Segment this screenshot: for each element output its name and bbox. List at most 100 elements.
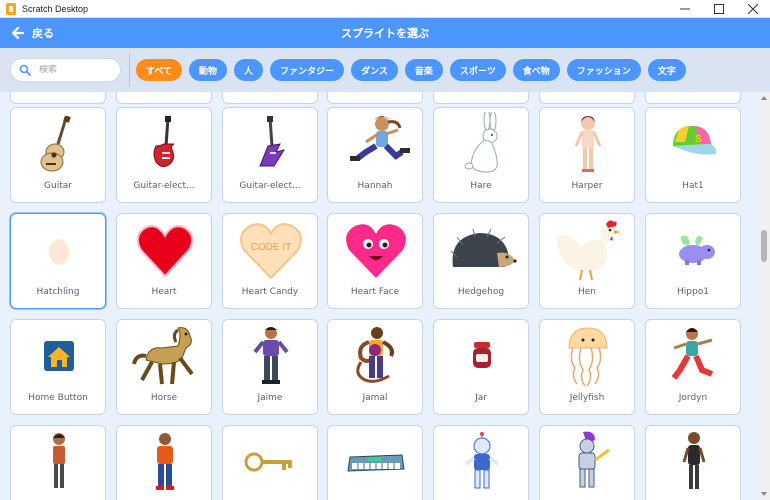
sprite-card-partial[interactable] xyxy=(222,92,318,104)
sprite-card-hannah[interactable]: Hannah xyxy=(327,107,423,203)
hannah-running-icon xyxy=(350,116,410,161)
sprite-name: Heart Face xyxy=(350,287,400,297)
sprite-card-jaime[interactable]: Jaime xyxy=(222,319,318,415)
sprite-card-partial[interactable] xyxy=(10,92,106,104)
scroll-down-icon[interactable] xyxy=(761,492,767,496)
sprite-card-horse[interactable]: Horse xyxy=(116,319,212,415)
jordyn-icon xyxy=(671,328,714,380)
filter-divider xyxy=(129,53,130,87)
tag-animals[interactable]: 動物 xyxy=(189,59,228,81)
close-icon xyxy=(748,4,758,14)
sprite-card-person-partial[interactable] xyxy=(645,425,741,500)
sprite-card-keyboard-partial[interactable] xyxy=(327,425,423,500)
sprite-card-robot-partial[interactable] xyxy=(433,425,529,500)
jellyfish-icon xyxy=(568,327,608,387)
sprite-name: Guitar-elect... xyxy=(239,181,301,191)
sprite-card-jar[interactable]: Jar xyxy=(433,319,529,415)
sprite-card-hatchling[interactable]: Hatchling xyxy=(10,213,106,309)
sprite-card-hat1[interactable]: S Hat1 xyxy=(645,107,741,203)
sprite-name: Jamal xyxy=(362,393,388,403)
tag-sports[interactable]: スポーツ xyxy=(449,59,506,81)
sprite-name: Hannah xyxy=(357,181,393,191)
hare-icon xyxy=(464,112,498,173)
sprite-card-heart-candy[interactable]: CODE IT Heart Candy xyxy=(222,213,318,309)
arrow-left-icon xyxy=(12,27,24,39)
sprite-name: Hen xyxy=(577,287,596,297)
robot-icon xyxy=(464,432,500,489)
sprite-card-person-partial[interactable] xyxy=(10,425,106,500)
tag-all[interactable]: すべて xyxy=(136,59,183,81)
scrollbar-thumb[interactable] xyxy=(761,230,767,262)
sprite-name: Hare xyxy=(470,181,492,191)
tag-fantasy[interactable]: ファンタジー xyxy=(270,59,345,81)
close-button[interactable] xyxy=(736,0,770,18)
grid-scrollbar[interactable] xyxy=(758,92,770,500)
sprite-card-partial[interactable] xyxy=(433,92,529,104)
sprite-card-partial[interactable] xyxy=(327,92,423,104)
electric-guitar-icon xyxy=(153,116,175,168)
sprite-card-guitar-electric2[interactable]: Guitar-elect... xyxy=(222,107,318,203)
person-icon xyxy=(156,433,174,490)
sprite-card-heart-face[interactable]: Heart Face xyxy=(327,213,423,309)
sprite-card-person-partial[interactable] xyxy=(116,425,212,500)
tag-list: すべて 動物 人 ファンタジー ダンス 音楽 スポーツ 食べ物 ファッション 文… xyxy=(136,59,693,81)
sprite-card-jellyfish[interactable]: Jellyfish xyxy=(539,319,635,415)
window-title: Scratch Desktop xyxy=(22,3,89,14)
search-box[interactable] xyxy=(10,58,121,82)
window-titlebar: Scratch Desktop xyxy=(0,0,770,18)
sprite-card-heart[interactable]: Heart xyxy=(116,213,212,309)
minimize-icon xyxy=(680,8,690,10)
tag-food[interactable]: 食べ物 xyxy=(512,59,560,81)
sprite-card-jordyn[interactable]: Jordyn xyxy=(645,319,741,415)
sprite-name: Heart Candy xyxy=(241,287,299,297)
sprite-name: Hatchling xyxy=(36,287,80,297)
back-label: 戻る xyxy=(32,27,54,40)
jar-icon xyxy=(473,342,491,368)
sprite-card-partial[interactable] xyxy=(116,92,212,104)
sprite-card-guitar-electric1[interactable]: Guitar-elect... xyxy=(116,107,212,203)
tag-fashion[interactable]: ファッション xyxy=(566,59,641,81)
sprite-name: Hippo1 xyxy=(677,287,709,297)
sprite-name: Jordyn xyxy=(678,393,708,403)
sprite-card-hare[interactable]: Hare xyxy=(433,107,529,203)
tag-letters[interactable]: 文字 xyxy=(647,59,686,81)
sprite-card-hedgehog[interactable]: Hedgehog xyxy=(433,213,529,309)
sprite-card-hen[interactable]: Hen xyxy=(539,213,635,309)
guitar-icon xyxy=(40,116,71,172)
sprite-card-home-button[interactable]: Home Button xyxy=(10,319,106,415)
scroll-up-icon[interactable] xyxy=(761,96,767,100)
sprite-name: Guitar-elect... xyxy=(133,181,195,191)
sprite-name: Heart xyxy=(151,287,177,297)
heart-icon xyxy=(136,225,194,278)
sprite-card-jamal[interactable]: Jamal xyxy=(327,319,423,415)
tag-dance[interactable]: ダンス xyxy=(351,59,398,81)
sprite-card-key-partial[interactable] xyxy=(222,425,318,500)
knight-icon xyxy=(578,431,610,488)
tag-people[interactable]: 人 xyxy=(234,59,264,81)
sprite-name: Jaime xyxy=(257,393,283,403)
sprite-card-knight-partial[interactable] xyxy=(539,425,635,500)
harper-icon xyxy=(574,116,602,172)
sprite-card-guitar[interactable]: Guitar xyxy=(10,107,106,203)
sprite-name: Horse xyxy=(150,393,178,403)
maximize-icon xyxy=(714,4,724,14)
sprite-card-partial[interactable] xyxy=(539,92,635,104)
sprite-name: Hedgehog xyxy=(457,287,505,297)
scratch-app-icon xyxy=(6,2,16,15)
sprite-name: Jar xyxy=(475,393,487,403)
maximize-button[interactable] xyxy=(702,0,736,18)
cap-letter: S xyxy=(695,134,702,145)
search-input[interactable] xyxy=(39,65,109,75)
back-button[interactable]: 戻る xyxy=(12,25,54,41)
tag-music[interactable]: 音楽 xyxy=(404,59,443,81)
sprite-name: Harper xyxy=(571,181,603,191)
sprite-card-harper[interactable]: Harper xyxy=(539,107,635,203)
flying-hippo-icon xyxy=(679,235,715,265)
sprite-card-partial[interactable] xyxy=(645,92,741,104)
minimize-button[interactable] xyxy=(668,0,702,18)
sprite-card-hippo1[interactable]: Hippo1 xyxy=(645,213,741,309)
library-header: 戻る スプライトを選ぶ xyxy=(0,18,770,48)
electric-guitar-icon xyxy=(259,116,286,167)
candy-text: CODE IT xyxy=(251,242,292,253)
page-title: スプライトを選ぶ xyxy=(341,27,429,40)
